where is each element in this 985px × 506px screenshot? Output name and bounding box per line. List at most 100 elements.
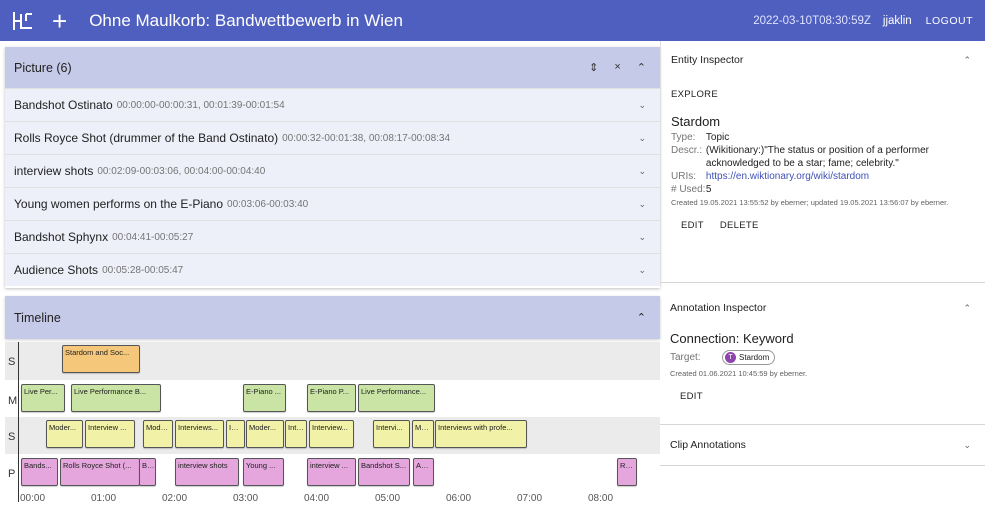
entity-meta: Created 19.05.2021 13:55:52 by eberner; …	[671, 198, 949, 207]
timeline-segment[interactable]: Bands...	[21, 458, 58, 486]
timeline-segment[interactable]: Au...	[413, 458, 434, 486]
type-key: Type:	[671, 132, 696, 143]
chevron-up-icon[interactable]: ⌃	[963, 55, 971, 66]
descr-value: (Wikitionary:)"The status or position of…	[705, 145, 929, 169]
timeline-segment[interactable]: Mo...	[412, 420, 434, 448]
annotation-inspector-header[interactable]: Annotation Inspector ⌃	[660, 291, 985, 325]
add-icon[interactable]: +	[52, 8, 67, 34]
explore-button[interactable]: EXPLORE	[671, 89, 975, 100]
picture-panel-title: Picture (6)	[14, 60, 72, 75]
divider	[660, 282, 985, 283]
picture-row-time: 00:03:06-00:03:40	[227, 198, 309, 210]
timeline-panel: Timeline ⌃ S Stardom and Soc... M Live Per.…	[5, 296, 660, 506]
timeline-segment[interactable]: E-Piano P...	[307, 384, 356, 412]
chevron-down-icon[interactable]: ⌄	[963, 440, 971, 451]
logout-button[interactable]: LOGOUT	[926, 15, 973, 27]
logo-icon[interactable]	[12, 10, 34, 32]
entity-descr-row: Descr.: (Wikitionary:)"The status or posi…	[671, 144, 975, 170]
picture-row[interactable]: Bandshot Ostinato 00:00:00-00:00:31, 00:0…	[5, 88, 660, 121]
entity-inspector: Entity Inspector ⌃ EXPLORE Stardom Type:…	[660, 41, 985, 282]
used-value: 5	[705, 184, 712, 195]
entity-inspector-header[interactable]: Entity Inspector ⌃	[661, 41, 985, 79]
picture-panel-header[interactable]: Picture (6) ⇕ × ⌃	[5, 47, 660, 88]
entity-inspector-title: Entity Inspector	[671, 54, 744, 66]
app-bar: + Ohne Maulkorb: Bandwettbewerb in Wien …	[0, 0, 985, 41]
playhead-line[interactable]	[18, 342, 19, 502]
chevron-down-icon[interactable]: ⌄	[638, 133, 646, 144]
picture-row[interactable]: Bandshot Sphynx 00:04:41-00:05:27 ⌄	[5, 220, 660, 253]
chevron-up-icon[interactable]: ⌃	[963, 303, 971, 314]
timeline-segment[interactable]: Live Performance...	[358, 384, 435, 412]
timeline-segment[interactable]: Moder...	[46, 420, 83, 448]
annotation-inspector: Annotation Inspector ⌃ Connection: Keywo…	[660, 291, 985, 424]
username[interactable]: jjaklin	[883, 15, 912, 27]
delete-button[interactable]: DELETE	[720, 220, 759, 231]
clip-annotations-title: Clip Annotations	[670, 439, 746, 451]
collapse-all-icon[interactable]: ×	[614, 61, 620, 74]
timeline-segment[interactable]: interview ...	[307, 458, 356, 486]
chevron-down-icon[interactable]: ⌄	[638, 166, 646, 177]
chevron-up-icon[interactable]: ⌃	[637, 61, 646, 74]
chevron-down-icon[interactable]: ⌄	[638, 100, 646, 111]
chevron-down-icon[interactable]: ⌄	[638, 199, 646, 210]
timeline-segment[interactable]: Interview...	[309, 420, 354, 448]
timeline-segment[interactable]: Interviews...	[175, 420, 224, 448]
clip-annotations-header[interactable]: Clip Annotations ⌄	[660, 425, 985, 465]
annotation-edit-button[interactable]: EDIT	[680, 391, 975, 402]
chevron-up-icon[interactable]: ⌃	[637, 311, 646, 324]
timeline-segment[interactable]: Interviews with profe...	[435, 420, 527, 448]
chevron-down-icon[interactable]: ⌄	[638, 265, 646, 276]
annotation-target-row: Target: T Stardom	[670, 350, 975, 365]
time-axis-tick: 03:00	[233, 493, 259, 504]
timeline-segment[interactable]: Live Per...	[21, 384, 65, 412]
time-axis-tick: 06:00	[446, 493, 472, 504]
timeline-segment[interactable]: Interview ...	[85, 420, 135, 448]
time-axis-tick: 00:00	[20, 493, 46, 504]
timeline-lane: S Moder... Interview ... Mode... Interviews.…	[5, 417, 660, 455]
picture-row[interactable]: interview shots 00:02:09-00:03:06, 00:04:…	[5, 154, 660, 187]
timeline-segment[interactable]: Young ...	[243, 458, 284, 486]
timeline-segment[interactable]: interview shots	[175, 458, 239, 486]
target-chip[interactable]: T Stardom	[722, 350, 776, 365]
descr-key: Descr.:	[671, 145, 703, 156]
type-value: Topic	[705, 132, 730, 143]
appbar-right: 2022-03-10T08:30:59Z jjaklin LOGOUT	[753, 15, 973, 27]
timeline-segment[interactable]: Stardom and Soc...	[62, 345, 140, 373]
entity-uris-row: URIs: https://en.wiktionary.org/wiki/star…	[671, 170, 975, 183]
timeline-segment[interactable]: Rolls Royce Shot (...	[60, 458, 140, 486]
edit-button[interactable]: EDIT	[681, 220, 704, 231]
picture-row-name: Bandshot Sphynx	[14, 230, 109, 244]
annotation-title: Connection: Keyword	[670, 331, 794, 346]
timeline-segment[interactable]: Inte...	[285, 420, 307, 448]
uri-link[interactable]: https://en.wiktionary.org/wiki/stardom	[706, 171, 869, 182]
timeline-segment[interactable]: Live Performance B...	[71, 384, 161, 412]
timeline-segment[interactable]: Ro...	[617, 458, 637, 486]
target-key: Target:	[670, 352, 701, 363]
timeline-segment[interactable]: E-Piano ...	[243, 384, 286, 412]
timeline-segment[interactable]: Mode...	[143, 420, 173, 448]
entity-type-row: Type: Topic	[671, 131, 975, 144]
timeline-segment[interactable]: B...	[139, 458, 156, 486]
timeline-segment[interactable]: Intervi...	[373, 420, 410, 448]
chevron-down-icon[interactable]: ⌄	[638, 232, 646, 243]
picture-row-name: Young women performs on the E-Piano	[14, 197, 224, 211]
picture-row-time: 00:04:41-00:05:27	[112, 231, 194, 243]
page-title: Ohne Maulkorb: Bandwettbewerb in Wien	[89, 10, 403, 30]
target-chip-label: Stardom	[739, 353, 770, 362]
lane-label: P	[8, 468, 16, 480]
picture-row-time: 00:00:32-00:01:38, 00:08:17-00:08:34	[282, 132, 451, 144]
timeline-segment[interactable]: Moder...	[246, 420, 284, 448]
timeline-lane: M Live Per... Live Performance B... E-Piano…	[5, 380, 660, 418]
expand-all-icon[interactable]: ⇕	[589, 61, 598, 74]
picture-panel: Picture (6) ⇕ × ⌃ Bandshot Ostinato 00:00…	[5, 47, 660, 288]
divider	[660, 465, 985, 466]
picture-row[interactable]: Audience Shots 00:05:28-00:05:47 ⌄	[5, 253, 660, 286]
timeline-panel-header[interactable]: Timeline ⌃	[5, 296, 660, 339]
timeline-segment[interactable]: Int...	[226, 420, 245, 448]
picture-row-name: Bandshot Ostinato	[14, 98, 113, 112]
annotation-inspector-title: Annotation Inspector	[670, 302, 767, 314]
timeline-segment[interactable]: Bandshot S...	[358, 458, 410, 486]
picture-row[interactable]: Young women performs on the E-Piano 00:03…	[5, 187, 660, 220]
topic-dot-icon: T	[725, 352, 736, 363]
picture-row[interactable]: Rolls Royce Shot (drummer of the Band Os…	[5, 121, 660, 154]
